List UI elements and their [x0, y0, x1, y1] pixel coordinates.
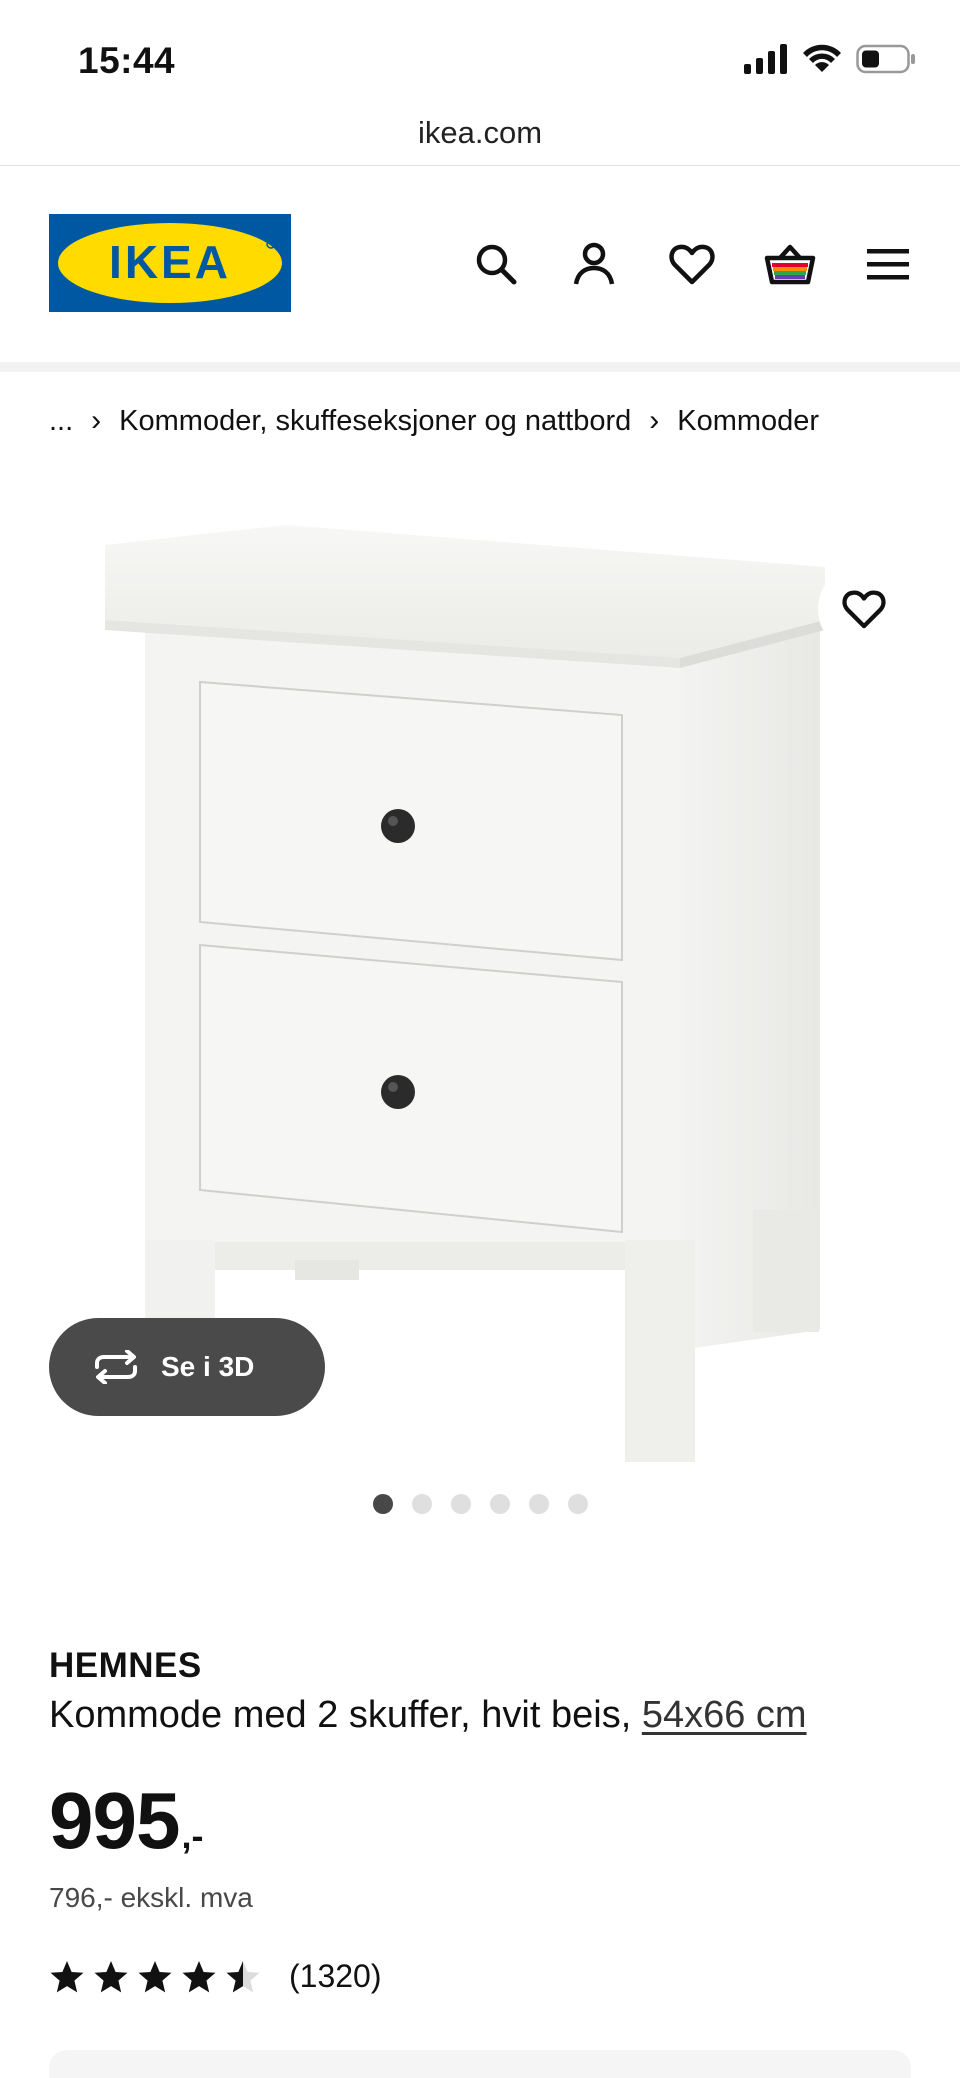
heart-icon: [669, 244, 715, 285]
product-size-link[interactable]: 54x66 cm: [642, 1694, 807, 1736]
search-icon: [476, 244, 517, 285]
battery-icon: [856, 44, 915, 74]
rotate-3d-icon: [95, 1350, 137, 1384]
product-price: 995 ,-: [49, 1775, 203, 1867]
account-icon: [573, 242, 615, 285]
product-favorite-button[interactable]: [818, 563, 910, 655]
url-bar[interactable]: ikea.com: [0, 100, 960, 166]
star-full-icon: [50, 1960, 84, 1992]
review-count: (1320): [289, 1958, 382, 1994]
header-actions: [468, 236, 916, 292]
star-full-icon: [94, 1960, 128, 1992]
chevron-right-icon: ›: [649, 404, 660, 437]
price-amount: 995: [49, 1776, 180, 1865]
carousel-dot-3[interactable]: [450, 1494, 471, 1514]
rating-stars: [49, 1960, 261, 1994]
view-in-3d-button[interactable]: Se i 3D: [49, 1318, 325, 1416]
product-description: Kommode med 2 skuffer, hvit beis, 54x66 …: [49, 1694, 807, 1737]
url-text: ikea.com: [417, 115, 543, 150]
status-bar: 15:44: [0, 0, 960, 110]
price-suffix: ,-: [181, 1815, 204, 1856]
site-header: IKEA: [0, 166, 960, 362]
favorites-button[interactable]: [664, 236, 720, 292]
carousel-dot-5[interactable]: [528, 1494, 549, 1514]
wifi-icon: [803, 44, 841, 72]
account-button[interactable]: [566, 236, 622, 292]
carousel-dot-4[interactable]: [489, 1494, 510, 1514]
carousel-dot-6[interactable]: [567, 1494, 588, 1514]
star-full-icon: [138, 1960, 172, 1992]
carousel-dot-1[interactable]: [372, 1494, 393, 1514]
breadcrumb-item-dressers-category[interactable]: Kommoder, skuffeseksjoner og nattbord: [119, 405, 631, 438]
view-in-3d-label: Se i 3D: [161, 1351, 255, 1382]
product-description-text: Kommode med 2 skuffer, hvit beis,: [49, 1694, 632, 1736]
hamburger-menu-icon: [867, 249, 909, 280]
chevron-right-icon: ›: [91, 404, 102, 437]
product-rating[interactable]: (1320): [49, 1958, 382, 1995]
header-separator: [0, 362, 960, 372]
price-ex-vat: 796,- ekskl. mva: [49, 1882, 253, 1913]
basket-button[interactable]: [762, 236, 818, 292]
ikea-logo[interactable]: IKEA: [49, 214, 291, 312]
breadcrumb-ellipsis[interactable]: ...: [49, 405, 73, 438]
breadcrumb: ... › Kommoder, skuffeseksjoner og nattb…: [49, 404, 819, 438]
image-carousel-dots: [0, 1494, 960, 1514]
heart-icon: [842, 590, 886, 629]
search-button[interactable]: [468, 236, 524, 292]
breadcrumb-item-dressers[interactable]: Kommoder: [677, 405, 819, 438]
status-time: 15:44: [78, 40, 176, 81]
product-options-panel: [49, 2050, 911, 2078]
product-name: HEMNES: [49, 1646, 202, 1685]
status-icons: [744, 44, 916, 74]
logo-text: IKEA: [109, 236, 231, 288]
basket-icon: [764, 244, 816, 285]
star-full-icon: [182, 1960, 216, 1992]
menu-button[interactable]: [860, 236, 916, 292]
carousel-dot-2[interactable]: [411, 1494, 432, 1514]
star-half-icon: [226, 1960, 260, 1992]
cellular-signal-icon: [744, 44, 787, 74]
